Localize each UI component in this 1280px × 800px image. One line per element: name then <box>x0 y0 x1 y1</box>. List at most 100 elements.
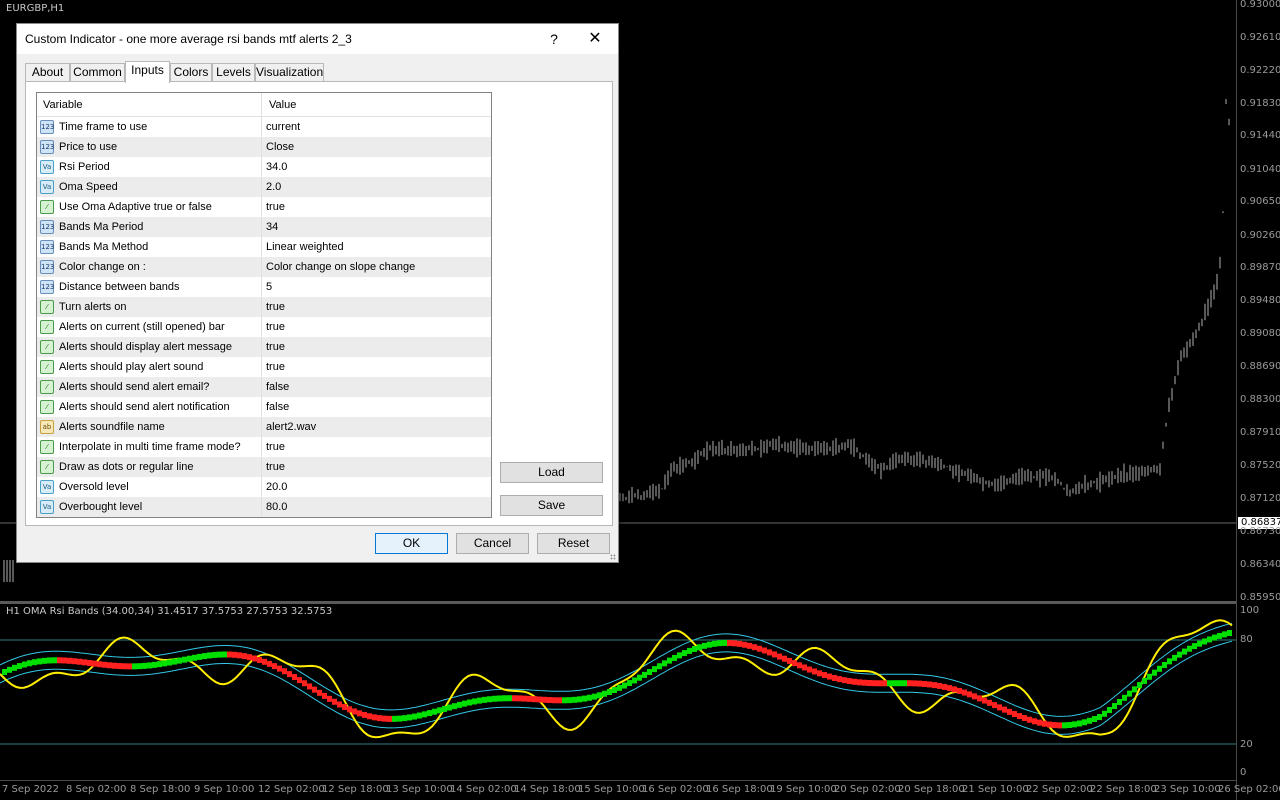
input-row[interactable]: ⁄ Alerts should display alert message true <box>37 337 491 357</box>
tab-about[interactable]: About <box>25 63 70 82</box>
variable-value[interactable]: 34.0 <box>266 161 287 173</box>
time-tick: 20 Sep 02:00 <box>834 784 901 795</box>
upper-band-line <box>0 622 1233 717</box>
price-tick: 0.89080 <box>1240 328 1280 339</box>
oma-dot <box>972 693 977 700</box>
cell-divider <box>261 257 262 277</box>
resize-grip-icon[interactable] <box>610 554 616 560</box>
bool-type-icon: ⁄ <box>40 340 54 354</box>
oma-dot <box>72 658 77 665</box>
oma-dot <box>502 695 507 702</box>
variable-value[interactable]: false <box>266 401 289 413</box>
input-row[interactable]: ⁄ Interpolate in multi time frame mode? tr… <box>37 437 491 457</box>
variable-name: Alerts should send alert email? <box>59 381 210 393</box>
input-row[interactable]: 123 Bands Ma Method Linear weighted <box>37 237 491 257</box>
variable-value[interactable]: Color change on slope change <box>266 261 415 273</box>
oma-dot <box>1057 722 1062 729</box>
oma-dot <box>692 645 697 652</box>
input-row[interactable]: ⁄ Alerts should play alert sound true <box>37 357 491 377</box>
oma-dot <box>162 660 167 667</box>
oma-dot <box>877 680 882 687</box>
price-tick: 0.90260 <box>1240 230 1280 241</box>
input-row[interactable]: ⁄ Draw as dots or regular line true <box>37 457 491 477</box>
oma-dot <box>697 644 702 651</box>
oma-dot <box>22 661 27 668</box>
tab-inputs[interactable]: Inputs <box>125 61 170 83</box>
input-row[interactable]: 123 Distance between bands 5 <box>37 277 491 297</box>
variable-value[interactable]: true <box>266 441 285 453</box>
input-row[interactable]: Va Overbought level 80.0 <box>37 497 491 517</box>
tab-levels[interactable]: Levels <box>212 63 255 82</box>
oma-dot <box>1027 716 1032 723</box>
tab-visualization[interactable]: Visualization <box>255 63 324 82</box>
variable-value[interactable]: 2.0 <box>266 181 281 193</box>
variable-value[interactable]: 5 <box>266 281 272 293</box>
variable-value[interactable]: true <box>266 301 285 313</box>
oma-dot <box>1147 673 1152 680</box>
input-row[interactable]: ⁄ Turn alerts on true <box>37 297 491 317</box>
input-row[interactable]: 123 Bands Ma Period 34 <box>37 217 491 237</box>
variable-value[interactable]: 34 <box>266 221 278 233</box>
load-button[interactable]: Load <box>500 462 603 483</box>
help-button[interactable]: ? <box>544 29 564 49</box>
input-row[interactable]: ⁄ Use Oma Adaptive true or false true <box>37 197 491 217</box>
input-row[interactable]: 123 Price to use Close <box>37 137 491 157</box>
oma-dot <box>147 662 152 669</box>
column-value[interactable]: Value <box>269 99 296 111</box>
oma-dot <box>652 666 657 673</box>
cancel-button[interactable]: Cancel <box>456 533 529 554</box>
close-button[interactable]: ✕ <box>583 27 607 51</box>
tab-common[interactable]: Common <box>70 63 125 82</box>
input-row[interactable]: 123 Color change on : Color change on slop… <box>37 257 491 277</box>
oma-dot <box>62 657 67 664</box>
save-button[interactable]: Save <box>500 495 603 516</box>
variable-name: Interpolate in multi time frame mode? <box>59 441 241 453</box>
oma-dot <box>402 715 407 722</box>
oma-dot <box>812 668 817 675</box>
variable-value[interactable]: current <box>266 121 300 133</box>
time-tick: 15 Sep 10:00 <box>578 784 645 795</box>
input-row[interactable]: Va Oversold level 20.0 <box>37 477 491 497</box>
oma-dot <box>297 677 302 684</box>
variable-value[interactable]: true <box>266 361 285 373</box>
variable-value[interactable]: Linear weighted <box>266 241 344 253</box>
cell-divider <box>261 377 262 397</box>
variable-value[interactable]: Close <box>266 141 294 153</box>
oma-dot <box>167 659 172 666</box>
input-row[interactable]: ab Alerts soundfile name alert2.wav <box>37 417 491 437</box>
header-divider[interactable] <box>261 93 262 117</box>
input-row[interactable]: Va Oma Speed 2.0 <box>37 177 491 197</box>
ok-button[interactable]: OK <box>375 533 448 554</box>
oma-dot <box>267 660 272 667</box>
cell-divider <box>261 337 262 357</box>
variable-value[interactable]: 80.0 <box>266 501 287 513</box>
variable-value[interactable]: true <box>266 201 285 213</box>
column-variable[interactable]: Variable <box>43 99 83 111</box>
oma-dot <box>547 697 552 704</box>
oma-dot <box>292 674 297 681</box>
variable-value[interactable]: true <box>266 321 285 333</box>
price-tick: 0.91040 <box>1240 164 1280 175</box>
input-row[interactable]: ⁄ Alerts should send alert notification fa… <box>37 397 491 417</box>
variable-value[interactable]: true <box>266 461 285 473</box>
oma-dot <box>1012 711 1017 718</box>
int-type-icon: 123 <box>40 220 54 234</box>
variable-value[interactable]: 20.0 <box>266 481 287 493</box>
oma-dot <box>1042 720 1047 727</box>
input-row[interactable]: ⁄ Alerts should send alert email? false <box>37 377 491 397</box>
variable-value[interactable]: true <box>266 341 285 353</box>
dialog-titlebar[interactable]: Custom Indicator - one more average rsi … <box>17 24 618 54</box>
oma-dot <box>587 694 592 701</box>
input-row[interactable]: ⁄ Alerts on current (still opened) bar tru… <box>37 317 491 337</box>
indicator-subwindow[interactable]: H1 OMA Rsi Bands (34.00,34) 31.4517 37.5… <box>0 604 1236 780</box>
oma-dot <box>432 708 437 715</box>
variable-value[interactable]: false <box>266 381 289 393</box>
reset-button[interactable]: Reset <box>537 533 610 554</box>
tab-colors[interactable]: Colors <box>170 63 212 82</box>
oma-dot <box>527 695 532 702</box>
int-type-icon: 123 <box>40 120 54 134</box>
input-row[interactable]: 123 Time frame to use current <box>37 117 491 137</box>
variable-value[interactable]: alert2.wav <box>266 421 316 433</box>
time-tick: 8 Sep 02:00 <box>66 784 127 795</box>
input-row[interactable]: Va Rsi Period 34.0 <box>37 157 491 177</box>
